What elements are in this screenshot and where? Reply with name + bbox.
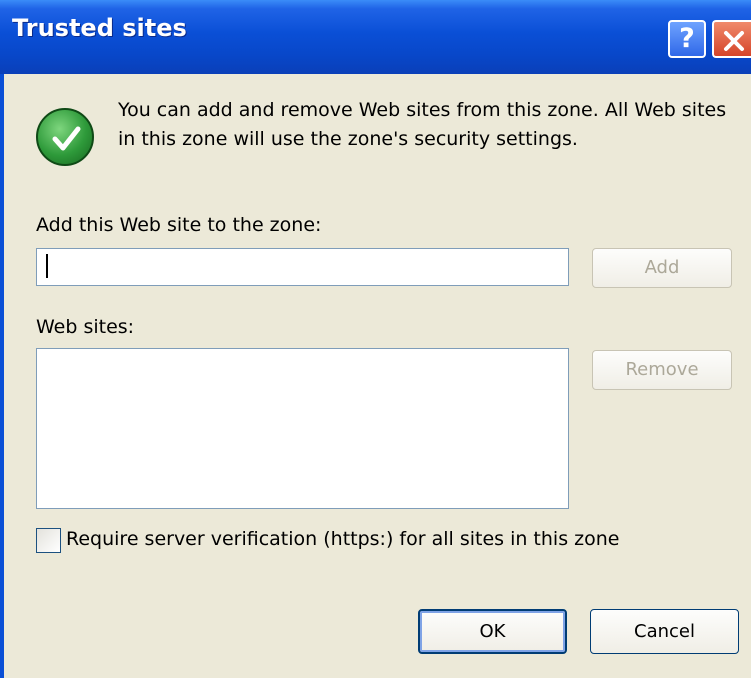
close-icon (724, 31, 744, 51)
title-bar[interactable]: Trusted sites ? (0, 0, 751, 74)
window-title: Trusted sites (12, 14, 187, 42)
web-sites-label: Web sites: (36, 316, 135, 338)
cancel-button[interactable]: Cancel (590, 609, 739, 654)
close-button[interactable] (712, 20, 751, 58)
add-site-input[interactable] (36, 248, 569, 286)
ok-button[interactable]: OK (418, 609, 567, 654)
text-caret (46, 254, 48, 278)
add-button[interactable]: Add (592, 248, 732, 288)
add-site-label: Add this Web site to the zone: (36, 214, 322, 236)
zone-description: You can add and remove Web sites from th… (118, 99, 727, 150)
web-sites-list[interactable] (36, 348, 569, 509)
remove-button[interactable]: Remove (592, 350, 732, 390)
require-verification-label[interactable]: Require server verification (https:) for… (66, 528, 619, 550)
window-frame (0, 74, 4, 678)
help-button[interactable]: ? (668, 20, 706, 58)
checkmark-shield-icon (36, 108, 94, 166)
require-verification-checkbox[interactable] (36, 528, 61, 553)
